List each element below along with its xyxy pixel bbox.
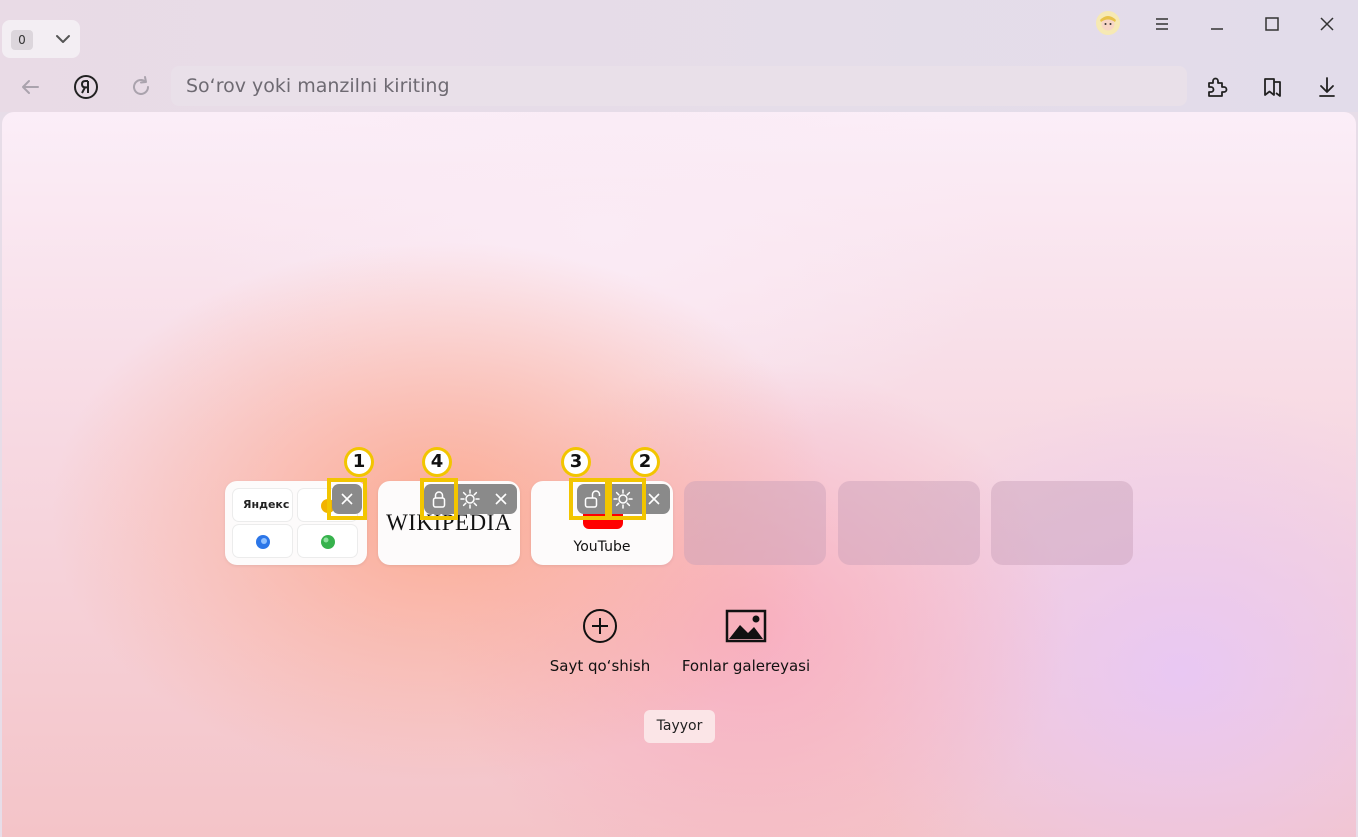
backgrounds-gallery-button[interactable]: Fonlar galereyasi <box>676 607 816 675</box>
avatar[interactable] <box>1096 11 1120 35</box>
download-icon[interactable] <box>1312 72 1342 102</box>
back-arrow-icon[interactable] <box>15 72 45 102</box>
collections-icon[interactable] <box>1257 72 1287 102</box>
tab-count: 0 <box>11 30 33 50</box>
extensions-icon[interactable] <box>1202 72 1232 102</box>
callout-number: 3 <box>564 450 588 474</box>
plus-circle-icon <box>583 609 617 643</box>
callout-badge-3: 3 <box>561 447 591 477</box>
mini-site-3[interactable] <box>232 524 293 558</box>
backgrounds-gallery-label: Fonlar galereyasi <box>681 657 811 675</box>
reload-icon[interactable] <box>126 72 156 102</box>
address-bar[interactable] <box>171 66 1187 106</box>
browser-mini-icon <box>256 535 270 549</box>
highlight-box-1 <box>327 478 367 520</box>
highlight-box-3 <box>569 478 609 520</box>
yandex-mini-label: Яндекс <box>243 498 290 511</box>
tab-counter[interactable]: 0 <box>2 20 80 58</box>
callout-number: 2 <box>633 450 657 474</box>
highlight-box-2 <box>608 478 646 520</box>
menu-icon[interactable] <box>1148 10 1176 38</box>
address-input[interactable] <box>186 66 1086 106</box>
callout-badge-4: 4 <box>422 447 452 477</box>
chevron-down-icon[interactable] <box>52 28 74 50</box>
globe-mini-icon <box>321 535 335 549</box>
mini-site-4[interactable] <box>297 524 358 558</box>
image-icon <box>725 609 767 643</box>
add-site-button[interactable]: Sayt qo‘shish <box>540 607 660 675</box>
add-site-label: Sayt qo‘shish <box>549 657 651 675</box>
done-button[interactable]: Tayyor <box>644 710 715 743</box>
close-window-icon[interactable] <box>1313 10 1341 38</box>
mini-site-yandex[interactable]: Яндекс <box>232 488 293 522</box>
youtube-label: YouTube <box>573 539 631 555</box>
maximize-icon[interactable] <box>1258 10 1286 38</box>
gear-icon[interactable] <box>455 484 485 514</box>
callout-number: 1 <box>347 450 371 474</box>
tile-empty[interactable] <box>991 481 1133 565</box>
close-icon[interactable] <box>486 484 516 514</box>
callout-badge-1: 1 <box>344 447 374 477</box>
callout-number: 4 <box>425 450 449 474</box>
minimize-icon[interactable] <box>1203 10 1231 38</box>
yandex-logo-icon[interactable] <box>71 72 101 102</box>
new-tab-page: Яндекс WIKIPEDIA YouTube 1 4 3 2 Sayt qo… <box>2 112 1356 837</box>
avatar-icon <box>1096 11 1120 35</box>
highlight-box-4 <box>420 478 458 520</box>
callout-badge-2: 2 <box>630 447 660 477</box>
tile-empty[interactable] <box>838 481 980 565</box>
tile-empty[interactable] <box>684 481 826 565</box>
browser-toolbar: 0 <box>0 0 1358 112</box>
